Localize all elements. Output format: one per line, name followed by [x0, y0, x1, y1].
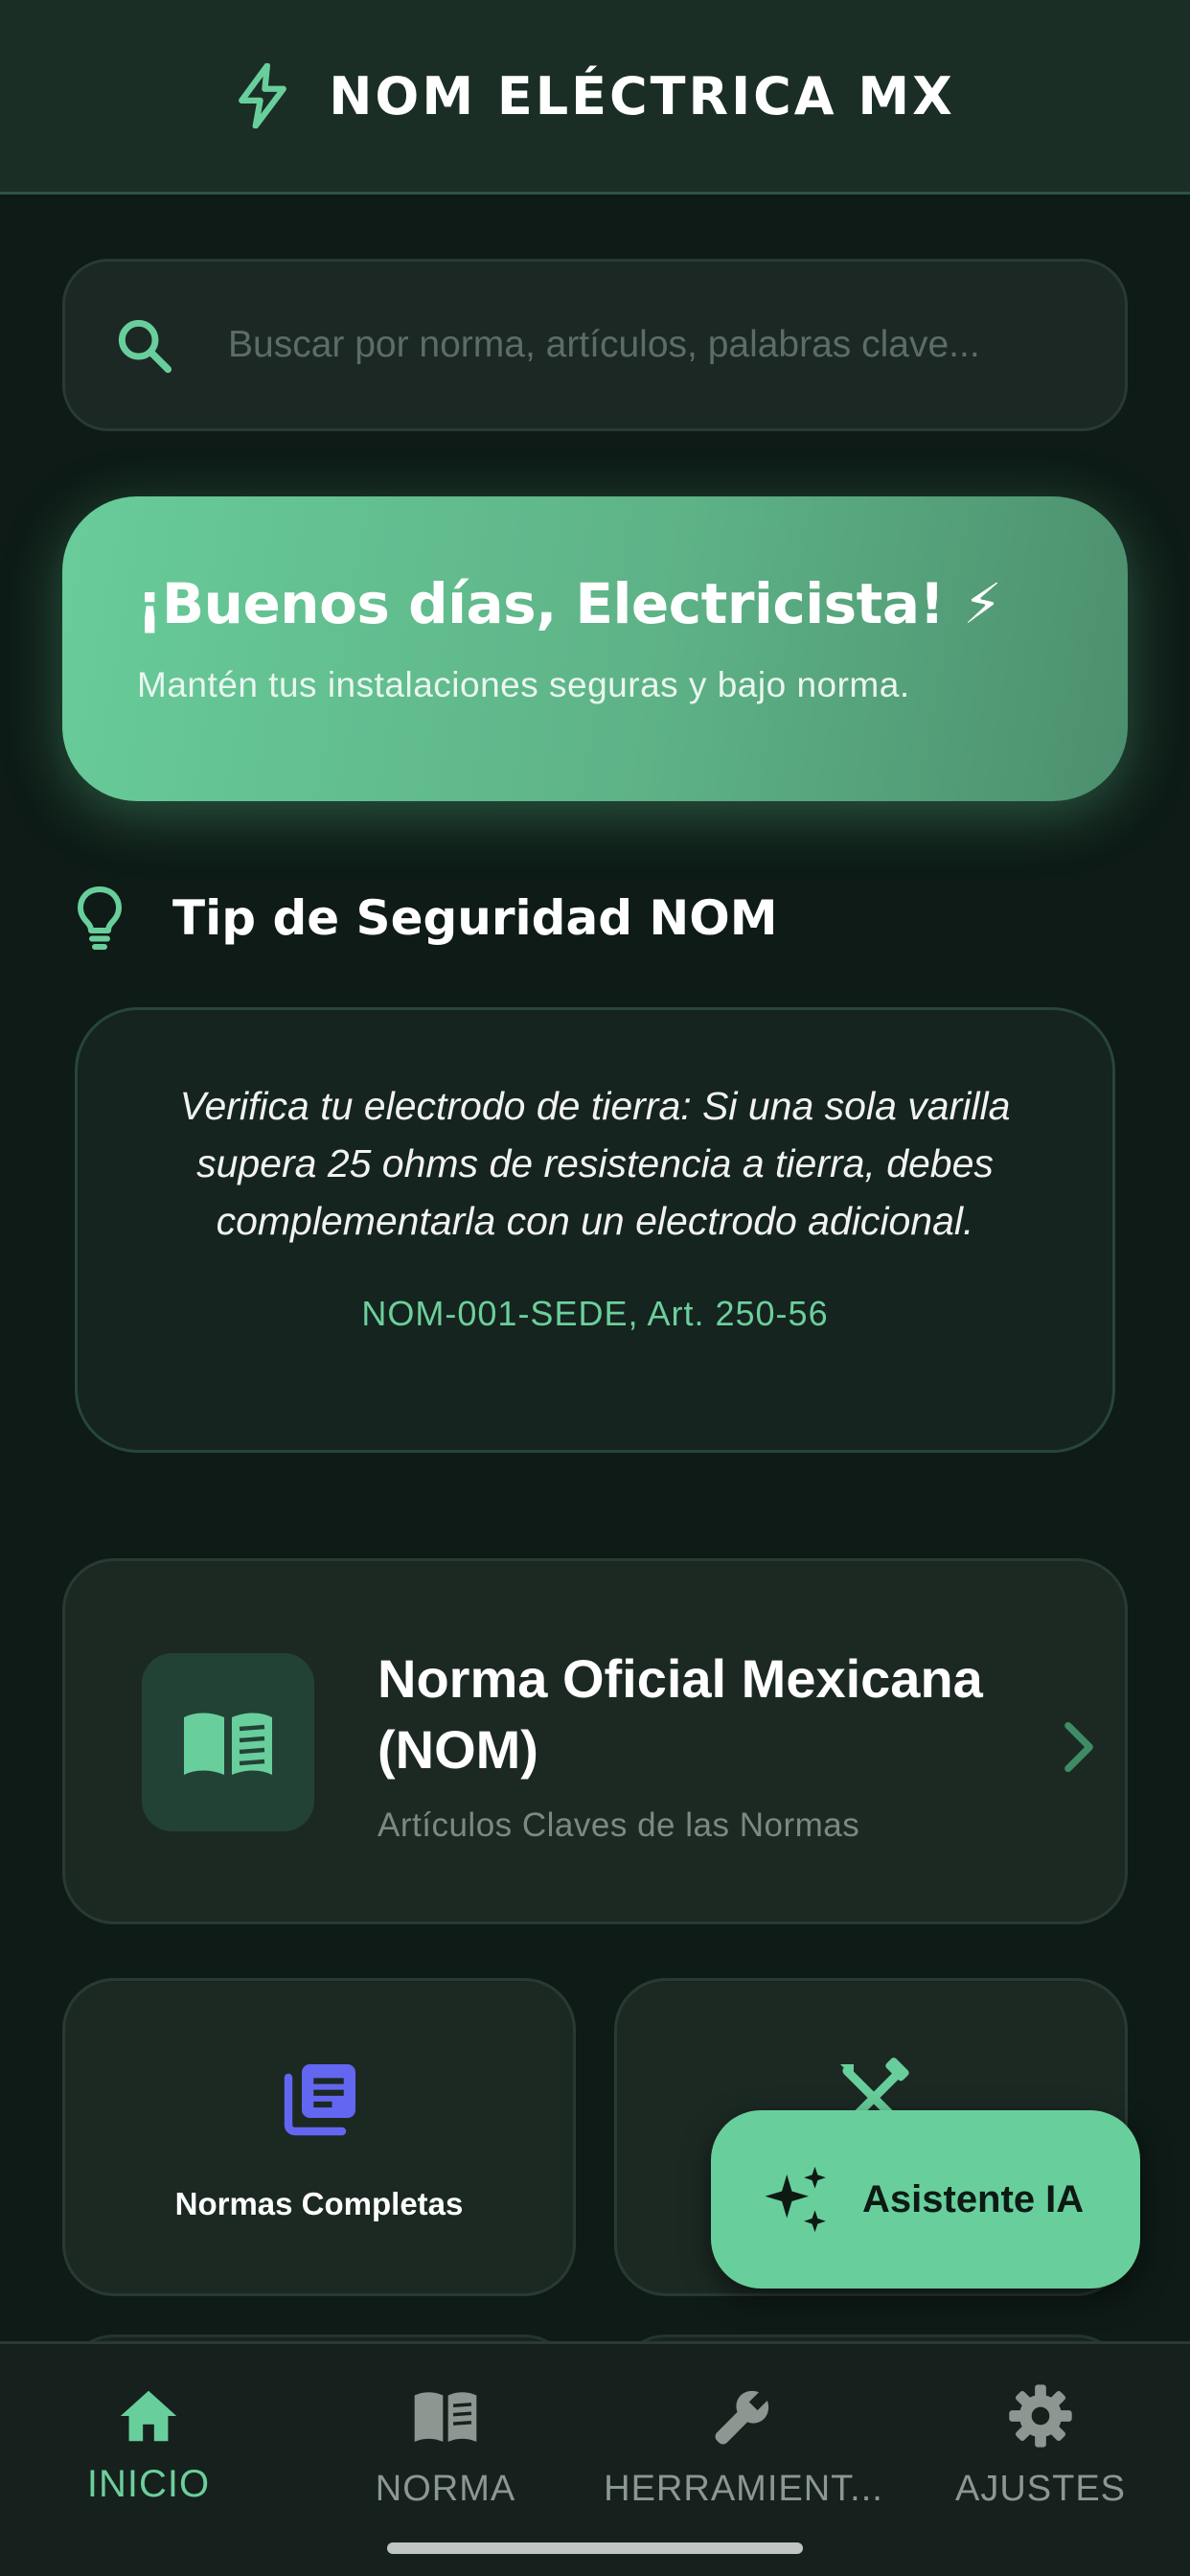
bottom-nav: INICIO NORMA HERRAMIENT... AJUSTES [0, 2341, 1190, 2576]
search-input[interactable] [228, 324, 1090, 366]
greeting-subtitle: Mantén tus instalaciones seguras y bajo … [137, 665, 910, 704]
safety-tip-card: Verifica tu electrodo de tierra: Si una … [75, 1007, 1115, 1453]
gear-icon [1009, 2384, 1072, 2448]
search-bar[interactable] [62, 259, 1128, 431]
ai-assistant-button[interactable]: Asistente IA [711, 2110, 1140, 2288]
nav-label-norma: NORMA [375, 2469, 516, 2509]
chevron-right-icon [1064, 1721, 1093, 1773]
ai-assistant-label: Asistente IA [862, 2177, 1085, 2220]
document-stack-icon [284, 2064, 355, 2136]
nom-icon-tile [142, 1653, 314, 1831]
greeting-banner: ¡Buenos días, Electricista! ⚡ Mantén tus… [62, 496, 1128, 801]
nav-item-norma[interactable]: NORMA [297, 2382, 594, 2526]
app-title: NOM ELÉCTRICA MX [329, 65, 955, 126]
nom-card-title: Norma Oficial Mexicana (NOM) [378, 1648, 983, 1780]
open-book-icon [184, 1713, 272, 1775]
greeting-title: ¡Buenos días, Electricista! ⚡ [137, 571, 1002, 636]
tip-heading: Tip de Seguridad NOM [75, 880, 778, 956]
wrench-icon [715, 2390, 769, 2445]
sparkles-icon [765, 2166, 826, 2233]
nav-label-herramientas: HERRAMIENT... [604, 2469, 883, 2509]
bolt-icon [239, 63, 287, 128]
home-icon [120, 2390, 177, 2442]
nav-label-inicio: INICIO [86, 2463, 211, 2505]
lightbulb-icon [78, 886, 122, 950]
app-screen: NOM ELÉCTRICA MX ¡Buenos días, Electrici… [0, 0, 1190, 2576]
nom-card[interactable]: Norma Oficial Mexicana (NOM) Artículos C… [62, 1558, 1128, 1924]
book-icon [414, 2392, 477, 2442]
tip-heading-label: Tip de Seguridad NOM [172, 890, 778, 946]
home-indicator[interactable] [387, 2542, 803, 2554]
nav-item-inicio[interactable]: INICIO [0, 2382, 297, 2526]
nav-label-ajustes: AJUSTES [954, 2469, 1127, 2509]
tip-text: Verifica tu electrodo de tierra: Si una … [179, 1084, 1011, 1243]
search-icon [118, 319, 172, 374]
normas-completas-label: Normas Completas [174, 2186, 464, 2221]
app-header: NOM ELÉCTRICA MX [0, 0, 1190, 195]
normas-completas-card[interactable]: Normas Completas [62, 1978, 576, 2296]
tip-reference: NOM-001-SEDE, Art. 250-56 [361, 1294, 829, 1333]
nav-item-herramientas[interactable]: HERRAMIENT... [595, 2382, 892, 2526]
nom-card-subtitle: Artículos Claves de las Normas [378, 1806, 860, 1844]
nav-item-ajustes[interactable]: AJUSTES [892, 2382, 1189, 2526]
